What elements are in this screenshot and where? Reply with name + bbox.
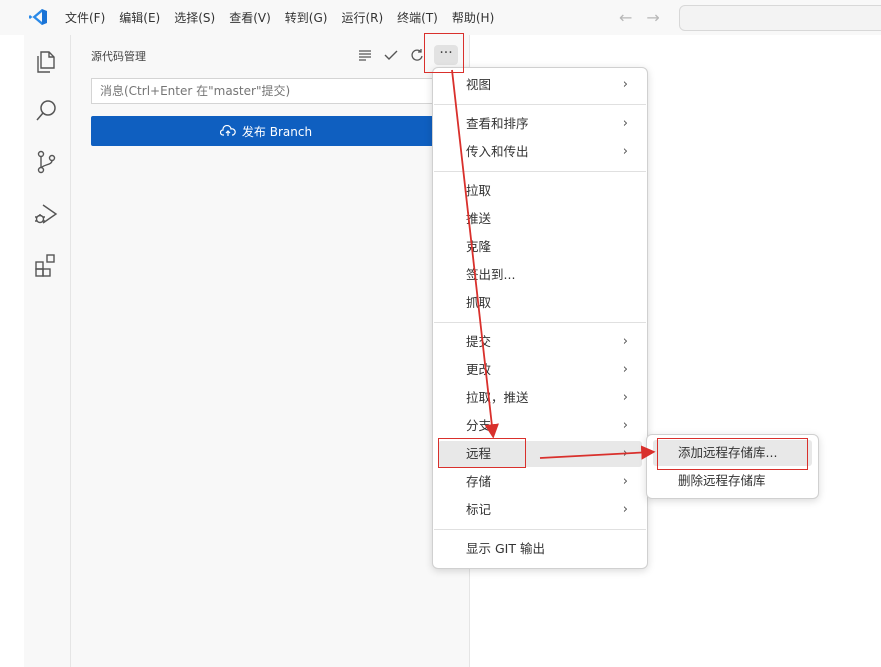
chevron-right-icon: ›	[622, 144, 628, 159]
back-arrow-icon[interactable]: ←	[619, 8, 632, 27]
panel-actions	[354, 45, 432, 65]
commit-message-input[interactable]	[91, 78, 441, 104]
commit-check-icon[interactable]	[380, 45, 402, 65]
explorer-icon[interactable]	[32, 47, 60, 75]
menu-separator	[434, 171, 646, 172]
menu-separator	[434, 529, 646, 530]
chevron-right-icon: ›	[622, 474, 628, 489]
chevron-right-icon: ›	[622, 446, 628, 461]
menu-item-pull[interactable]: 拉取	[438, 178, 642, 204]
menu-selection[interactable]: 选择(S)	[167, 9, 222, 26]
menu-item-pull-push[interactable]: 拉取，推送 ›	[438, 385, 642, 411]
source-control-panel: 源代码管理 ··· 发布 Branch	[71, 35, 470, 667]
menu-item-branch[interactable]: 分支 ›	[438, 413, 642, 439]
annotation-box-more	[424, 33, 464, 73]
menu-item-show-git-output[interactable]: 显示 GIT 输出	[438, 536, 642, 562]
menu-view[interactable]: 查看(V)	[222, 9, 278, 26]
menu-item-tags[interactable]: 标记 ›	[438, 497, 642, 523]
extensions-icon[interactable]	[32, 251, 60, 279]
activity-bar	[24, 35, 71, 667]
menu-run[interactable]: 运行(R)	[334, 9, 390, 26]
menu-item-view-sort[interactable]: 查看和排序 ›	[438, 111, 642, 137]
menu-item-view[interactable]: 视图 ›	[438, 72, 642, 98]
run-debug-icon[interactable]	[32, 200, 60, 228]
menu-item-incoming-outgoing[interactable]: 传入和传出 ›	[438, 139, 642, 165]
menu-item-remove-remote[interactable]: 删除远程存储库	[653, 468, 812, 494]
menu-item-push[interactable]: 推送	[438, 206, 642, 232]
forward-arrow-icon[interactable]: →	[646, 8, 659, 27]
title-bar: 文件(F) 编辑(E) 选择(S) 查看(V) 转到(G) 运行(R) 终端(T…	[0, 0, 881, 35]
menu-separator	[434, 104, 646, 105]
chevron-right-icon: ›	[622, 502, 628, 517]
menu-item-commit[interactable]: 提交 ›	[438, 329, 642, 355]
menu-file[interactable]: 文件(F)	[58, 9, 112, 26]
view-as-list-icon[interactable]	[354, 45, 376, 65]
menu-terminal[interactable]: 终端(T)	[390, 9, 445, 26]
chevron-right-icon: ›	[622, 334, 628, 349]
nav-arrows: ← →	[619, 8, 660, 27]
menu-bar: 文件(F) 编辑(E) 选择(S) 查看(V) 转到(G) 运行(R) 终端(T…	[58, 0, 501, 35]
chevron-right-icon: ›	[622, 418, 628, 433]
source-control-icon[interactable]	[32, 148, 60, 176]
more-actions-menu: 视图 › 查看和排序 › 传入和传出 › 拉取 推送 克隆 签出到... 抓取 …	[432, 67, 648, 569]
cloud-upload-icon	[219, 125, 236, 136]
menu-item-changes[interactable]: 更改 ›	[438, 357, 642, 383]
menu-item-clone[interactable]: 克隆	[438, 234, 642, 260]
menu-go[interactable]: 转到(G)	[278, 9, 335, 26]
publish-branch-button[interactable]: 发布 Branch	[91, 116, 441, 146]
menu-separator	[434, 322, 646, 323]
chevron-right-icon: ›	[622, 77, 628, 92]
chevron-right-icon: ›	[622, 390, 628, 405]
panel-title: 源代码管理	[91, 50, 146, 63]
menu-item-checkout[interactable]: 签出到...	[438, 262, 642, 288]
vscode-logo-icon	[29, 9, 47, 25]
command-center[interactable]	[679, 5, 881, 31]
annotation-box-add-remote	[657, 438, 808, 470]
menu-help[interactable]: 帮助(H)	[445, 9, 501, 26]
menu-edit[interactable]: 编辑(E)	[112, 9, 167, 26]
menu-item-fetch[interactable]: 抓取	[438, 290, 642, 316]
search-icon[interactable]	[32, 97, 60, 125]
menu-item-stash[interactable]: 存储 ›	[438, 469, 642, 495]
publish-branch-label: 发布 Branch	[241, 124, 313, 139]
chevron-right-icon: ›	[622, 362, 628, 377]
annotation-box-remote	[438, 438, 526, 468]
chevron-right-icon: ›	[622, 116, 628, 131]
